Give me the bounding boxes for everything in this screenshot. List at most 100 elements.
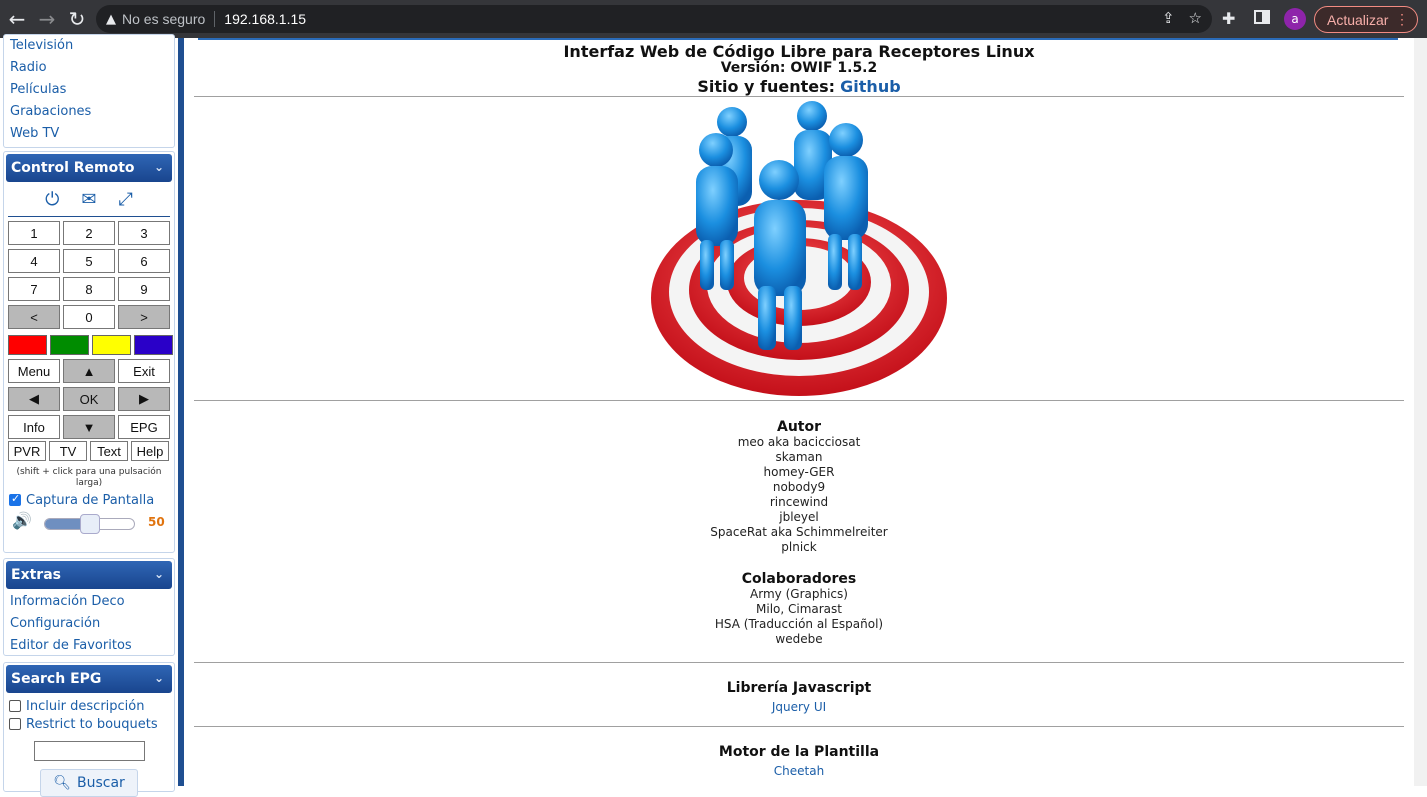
fullscreen-expand-icon[interactable]: ⤢	[118, 189, 132, 210]
numpad: 1 2 3 4 5 6 7 8 9 < 0 >	[8, 221, 174, 331]
search-button[interactable]: 🔍︎ Buscar	[40, 769, 138, 797]
key-5[interactable]: 5	[63, 249, 115, 273]
page-scrollbar[interactable]	[1414, 38, 1427, 786]
remote-quick-actions: ⏻ ✉ ⤢	[4, 184, 174, 214]
power-icon[interactable]: ⏻	[45, 189, 59, 210]
epg-key[interactable]: EPG	[118, 415, 170, 439]
key-2[interactable]: 2	[63, 221, 115, 245]
key-channel-next[interactable]: >	[118, 305, 170, 329]
key-channel-prev[interactable]: <	[8, 305, 60, 329]
extensions-puzzle-icon[interactable]: ✚	[1222, 9, 1235, 28]
key-6[interactable]: 6	[118, 249, 170, 273]
sidebar-link-settings[interactable]: Configuración	[4, 613, 174, 635]
extras-box: Extras ⌄ Información Deco Configuración …	[3, 558, 175, 656]
info-key[interactable]: Info	[8, 415, 60, 439]
author-name: rincewind	[769, 495, 829, 509]
chevron-down-icon[interactable]: ⌄	[154, 567, 164, 581]
address-bar[interactable]: ▲ No es seguro 192.168.1.15 ⇪ ☆	[96, 5, 1212, 33]
include-description-checkbox[interactable]	[9, 700, 21, 712]
speaker-icon[interactable]: 🔊	[12, 511, 32, 530]
key-3[interactable]: 3	[118, 221, 170, 245]
screenshot-label: Captura de Pantalla	[26, 492, 155, 508]
extras-header[interactable]: Extras ⌄	[6, 561, 172, 589]
search-icon: 🔍︎	[53, 775, 71, 791]
down-arrow-icon[interactable]: ▼	[63, 415, 115, 439]
share-icon[interactable]: ⇪	[1162, 9, 1175, 27]
browser-toolbar: ← → ↻ ▲ No es seguro 192.168.1.15 ⇪ ☆ ✚ …	[0, 0, 1427, 38]
key-1[interactable]: 1	[8, 221, 60, 245]
sidebar-link-recordings[interactable]: Grabaciones	[4, 101, 174, 123]
key-0[interactable]: 0	[63, 305, 115, 329]
sidebar-link-television[interactable]: Televisión	[4, 35, 174, 57]
up-arrow-icon[interactable]: ▲	[63, 359, 115, 383]
side-panel-icon[interactable]	[1254, 10, 1270, 24]
restrict-bouquets-checkbox[interactable]	[9, 718, 21, 730]
pvr-key[interactable]: PVR	[8, 441, 46, 461]
message-envelope-icon[interactable]: ✉	[81, 189, 96, 210]
chevron-down-icon[interactable]: ⌄	[154, 671, 164, 685]
warning-icon: ▲	[106, 11, 116, 27]
remote-control-title: Control Remoto	[11, 160, 135, 176]
search-epg-box: Search EPG ⌄ Incluir descripción Restric…	[3, 662, 175, 797]
function-keys: PVR TV Text Help	[8, 441, 174, 463]
epg-search-input[interactable]	[33, 741, 145, 761]
chevron-down-icon[interactable]: ⌄	[154, 160, 164, 174]
author-name: plnick	[781, 540, 817, 554]
red-key[interactable]	[8, 335, 47, 355]
authors-list: meo aka bacicciosat skaman homey-GER nob…	[194, 435, 1404, 555]
menu-key[interactable]: Menu	[8, 359, 60, 383]
author-name: nobody9	[772, 480, 826, 494]
author-name: jbleyel	[779, 510, 819, 524]
key-4[interactable]: 4	[8, 249, 60, 273]
profile-avatar[interactable]: a	[1284, 8, 1306, 30]
yellow-key[interactable]	[92, 335, 131, 355]
green-key[interactable]	[50, 335, 89, 355]
exit-key[interactable]: Exit	[118, 359, 170, 383]
screenshot-option[interactable]: Captura de Pantalla	[4, 491, 174, 509]
cheetah-link[interactable]: Cheetah	[774, 764, 824, 778]
sidebar-link-radio[interactable]: Radio	[4, 57, 174, 79]
more-menu-icon[interactable]: ⋮	[1395, 11, 1409, 28]
version-text: Versión: OWIF 1.5.2	[720, 60, 878, 76]
collaborator-name: Milo, Cimarast	[756, 602, 842, 616]
address-separator	[214, 11, 216, 27]
search-epg-title: Search EPG	[11, 671, 102, 687]
blue-key[interactable]	[134, 335, 173, 355]
github-link[interactable]: Github	[840, 77, 901, 96]
restrict-bouquets-label: Restrict to bouquets	[26, 716, 158, 732]
search-epg-header[interactable]: Search EPG ⌄	[6, 665, 172, 693]
right-arrow-icon[interactable]: ▶	[118, 387, 170, 411]
reload-icon[interactable]: ↻	[62, 4, 92, 34]
key-9[interactable]: 9	[118, 277, 170, 301]
search-button-label: Buscar	[76, 775, 125, 791]
template-engine-title: Motor de la Plantilla	[718, 744, 880, 760]
about-page: Interfaz Web de Código Libre para Recept…	[184, 38, 1414, 786]
tv-key[interactable]: TV	[49, 441, 87, 461]
key-7[interactable]: 7	[8, 277, 60, 301]
js-library-title: Librería Javascript	[726, 680, 872, 696]
back-arrow-icon[interactable]: ←	[2, 4, 32, 34]
jquery-ui-link[interactable]: Jquery UI	[772, 700, 826, 714]
help-key[interactable]: Help	[131, 441, 169, 461]
text-key[interactable]: Text	[90, 441, 128, 461]
js-library-link-wrap: Jquery UI	[194, 696, 1404, 715]
sidebar-link-movies[interactable]: Películas	[4, 79, 174, 101]
include-description-option[interactable]: Incluir descripción	[4, 697, 174, 715]
forward-arrow-icon[interactable]: →	[32, 4, 62, 34]
remote-control-header[interactable]: Control Remoto ⌄	[6, 154, 172, 182]
sidebar-link-bouquet-editor[interactable]: Editor de Favoritos	[4, 635, 174, 657]
navigation-keys: Menu ▲ Exit ◀ OK ▶ Info ▼ EPG	[8, 359, 174, 441]
sidebar-link-webtv[interactable]: Web TV	[4, 123, 174, 145]
collaborator-name: Army (Graphics)	[750, 587, 848, 601]
left-arrow-icon[interactable]: ◀	[8, 387, 60, 411]
ok-key[interactable]: OK	[63, 387, 115, 411]
divider	[194, 96, 1404, 97]
sidebar-link-device-info[interactable]: Información Deco	[4, 591, 174, 613]
key-8[interactable]: 8	[63, 277, 115, 301]
bookmark-star-icon[interactable]: ☆	[1189, 9, 1202, 27]
volume-handle[interactable]	[79, 514, 100, 534]
update-button[interactable]: Actualizar ⋮	[1314, 6, 1418, 33]
content-top-border	[198, 38, 1398, 40]
screenshot-checkbox[interactable]	[9, 492, 21, 506]
restrict-bouquets-option[interactable]: Restrict to bouquets	[4, 715, 174, 733]
